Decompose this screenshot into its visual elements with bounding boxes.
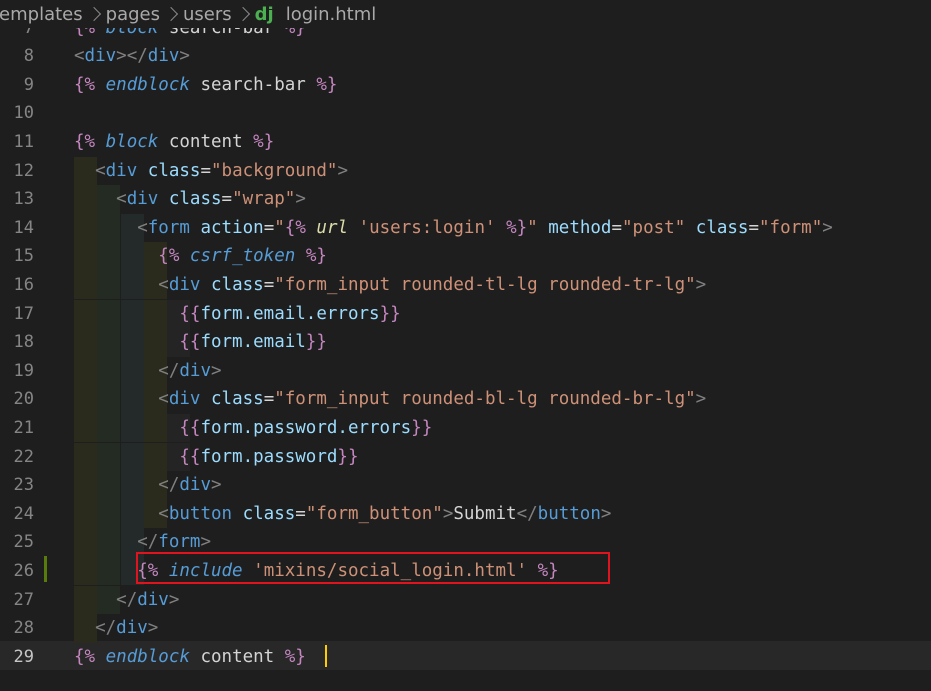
code-line[interactable]: 12 <div class="background"> (0, 156, 931, 186)
code-line[interactable]: 15 {% csrf_token %} (0, 242, 931, 271)
breadcrumb-item-file[interactable]: login.html (286, 4, 377, 25)
chevron-right-icon (235, 6, 250, 22)
code-line[interactable]: 8 <div></div> (0, 42, 931, 71)
line-number: 29 (13, 646, 34, 667)
code-line[interactable]: 28 </div> (0, 614, 931, 643)
code-text[interactable]: <div class="form_input rounded-tl-lg rou… (74, 271, 706, 300)
code-line[interactable]: 20 <div class="form_input rounded-bl-lg … (0, 385, 931, 414)
line-number: 12 (13, 160, 34, 181)
line-number: 26 (13, 560, 34, 581)
annotation-highlight-box (136, 552, 610, 584)
code-line[interactable]: 11 {% block content %} (0, 128, 931, 157)
code-line[interactable]: 17 {{form.email.errors}} (0, 299, 931, 329)
code-text[interactable]: </div> (74, 357, 221, 386)
code-text[interactable]: <div></div> (74, 42, 190, 71)
line-number: 24 (13, 503, 34, 524)
code-text[interactable]: {{form.email}} (74, 328, 327, 357)
line-number: 14 (13, 217, 34, 238)
line-number: 19 (13, 360, 34, 381)
line-number: 20 (13, 389, 34, 410)
code-text[interactable]: <div class="wrap"> (74, 185, 306, 214)
line-number: 18 (13, 332, 34, 353)
code-text[interactable]: <div class="background"> (74, 157, 348, 186)
breadcrumb-item-pages[interactable]: pages (106, 4, 160, 25)
line-number: 22 (13, 446, 34, 467)
text-cursor (325, 645, 327, 667)
code-text[interactable]: {% endblock content %} (74, 643, 306, 672)
breadcrumb: templates pages users dj login.html (0, 0, 931, 28)
line-number: 8 (23, 46, 34, 67)
code-line[interactable]: 14 <form action="{% url 'users:login' %}… (0, 213, 931, 243)
line-number: 9 (23, 74, 34, 95)
breadcrumb-item-users[interactable]: users (183, 4, 232, 25)
code-text[interactable]: </div> (74, 586, 179, 615)
chevron-right-icon (163, 6, 179, 22)
code-line[interactable]: 18 {{form.email}} (0, 328, 931, 357)
code-text[interactable]: </div> (74, 471, 221, 500)
code-text[interactable]: {% block content %} (74, 128, 274, 157)
code-line[interactable]: 21 {{form.password.errors}} (0, 413, 931, 443)
line-number: 15 (13, 246, 34, 267)
line-number: 16 (13, 274, 34, 295)
code-editor[interactable]: 7{% block search-bar %}8<div></div>9{% e… (0, 0, 931, 691)
code-text[interactable]: </div> (74, 614, 158, 643)
code-line[interactable]: 19 </div> (0, 356, 931, 386)
line-number: 23 (13, 475, 34, 496)
line-number: 28 (13, 618, 34, 639)
code-line[interactable]: 24 <button class="form_button">Submit</b… (0, 499, 931, 529)
code-line[interactable]: 10 (0, 99, 931, 128)
line-number: 11 (13, 131, 34, 152)
chevron-right-icon (86, 6, 101, 22)
code-line[interactable]: 29 {% endblock content %} (0, 643, 931, 672)
breadcrumb-item-templates[interactable]: templates (0, 4, 83, 25)
line-number: 13 (13, 189, 34, 210)
code-text[interactable]: <div class="form_input rounded-bl-lg rou… (74, 385, 706, 414)
code-line[interactable]: 9 {% endblock search-bar %} (0, 71, 931, 100)
line-number: 27 (13, 589, 34, 610)
line-number: 17 (13, 303, 34, 324)
code-line[interactable]: 23 </div> (0, 471, 931, 500)
line-number: 25 (13, 532, 34, 553)
code-line[interactable]: 27 </div> (0, 585, 931, 615)
code-text[interactable]: {{form.password}} (74, 443, 358, 472)
django-file-icon: dj (254, 3, 274, 25)
code-line[interactable]: 22 {{form.password}} (0, 442, 931, 472)
line-number: 21 (13, 417, 34, 438)
code-line[interactable]: 13 <div class="wrap"> (0, 185, 931, 214)
code-text[interactable]: <button class="form_button">Submit</butt… (74, 500, 611, 529)
line-number: 10 (13, 103, 34, 124)
code-text[interactable]: {{form.email.errors}} (74, 300, 400, 329)
code-text[interactable]: {% endblock search-bar %} (74, 71, 337, 100)
code-line[interactable]: 16 <div class="form_input rounded-tl-lg … (0, 270, 931, 300)
code-text[interactable]: {{form.password.errors}} (74, 414, 432, 443)
code-text[interactable]: <form action="{% url 'users:login' %}" m… (74, 214, 833, 243)
code-text[interactable]: {% csrf_token %} (74, 242, 327, 271)
